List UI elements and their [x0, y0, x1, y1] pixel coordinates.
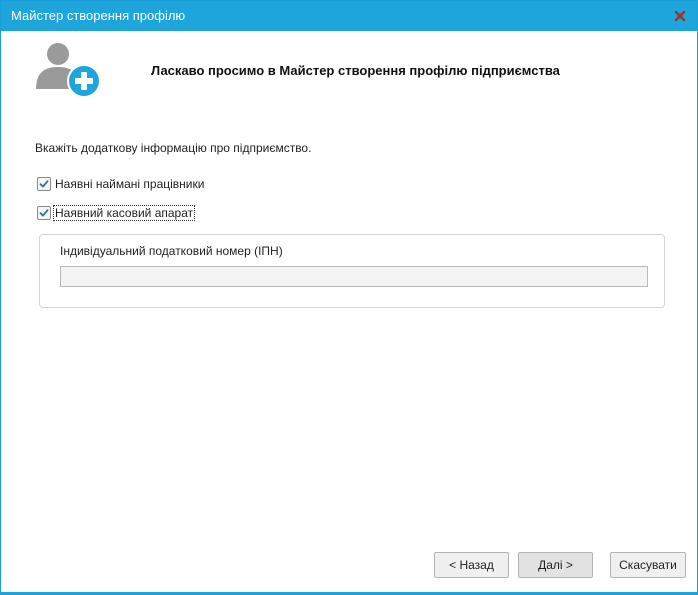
ipn-input[interactable] — [60, 266, 648, 287]
checkbox-employees-label: Наявні наймані працівники — [55, 177, 205, 191]
window-title: Майстер створення профілю — [11, 8, 186, 23]
window-bottom-border — [1, 592, 697, 594]
ipn-group: Індивідуальний податковий номер (ІПН) — [39, 234, 665, 308]
checkbox-cash-register-box[interactable] — [37, 206, 51, 220]
back-button[interactable]: < Назад — [434, 552, 509, 578]
checkmark-icon — [39, 180, 49, 188]
close-icon — [674, 10, 686, 22]
checkbox-cash-register-label: Наявний касовий апарат — [52, 205, 196, 221]
checkbox-employees-box[interactable] — [37, 177, 51, 191]
instruction-text: Вкажіть додаткову інформацію про підприє… — [35, 141, 312, 155]
close-button[interactable] — [669, 6, 691, 26]
ipn-label: Індивідуальний податковий номер (ІПН) — [60, 244, 283, 258]
next-button[interactable]: Далі > — [518, 552, 593, 578]
checkmark-icon — [39, 209, 49, 217]
checkbox-cash-register[interactable]: Наявний касовий апарат — [37, 205, 196, 221]
wizard-window: Майстер створення профілю Ласкаво просим… — [0, 0, 698, 595]
wizard-heading: Ласкаво просимо в Майстер створення проф… — [151, 63, 560, 78]
checkbox-employees[interactable]: Наявні наймані працівники — [37, 176, 205, 192]
cancel-button[interactable]: Скасувати — [610, 552, 686, 578]
title-bar[interactable]: Майстер створення профілю — [1, 1, 697, 31]
add-user-icon — [34, 41, 104, 101]
